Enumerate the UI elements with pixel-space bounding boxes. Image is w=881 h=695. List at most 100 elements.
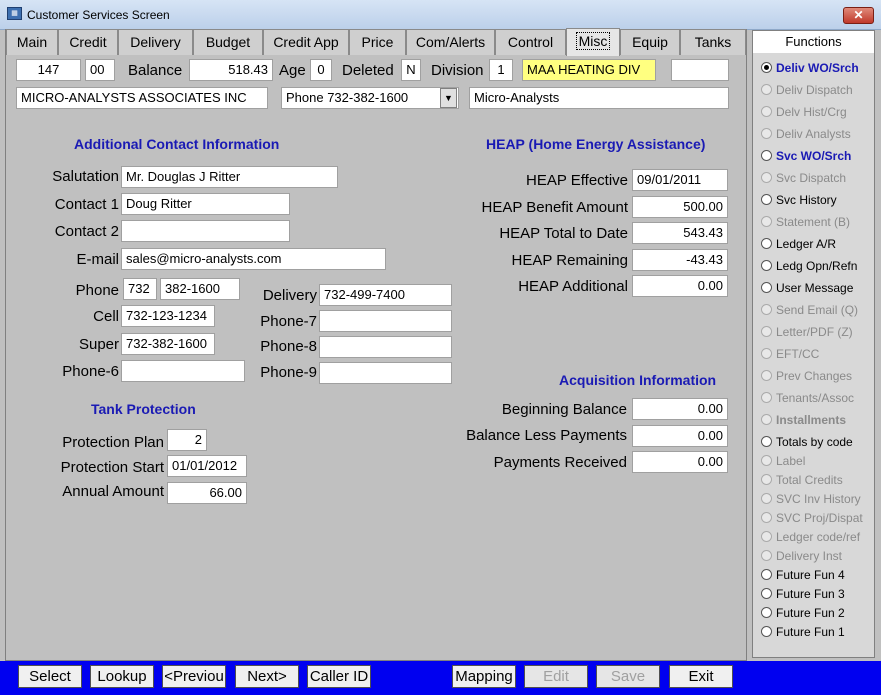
radio-icon[interactable] [761,128,772,139]
function-item-future-fun-3[interactable]: Future Fun 3 [761,587,845,601]
heap-total-field[interactable]: 543.43 [632,222,728,244]
radio-icon[interactable] [761,304,772,315]
function-item-svc-wo-srch[interactable]: Svc WO/Srch [761,149,851,163]
balance-less-payments-field[interactable]: 0.00 [632,425,728,447]
tab-tanks[interactable]: Tanks [680,29,746,55]
radio-icon[interactable] [761,493,772,504]
radio-icon[interactable] [761,282,772,293]
function-item-tenants-assoc[interactable]: Tenants/Assoc [761,391,854,405]
phone-area-field[interactable]: 732 [123,278,157,300]
radio-icon[interactable] [761,84,772,95]
salutation-field[interactable]: Mr. Douglas J Ritter [121,166,338,188]
phone8-field[interactable] [319,336,452,358]
radio-icon[interactable] [761,172,772,183]
protection-start-field[interactable]: 01/01/2012 [167,455,247,477]
function-item-future-fun-2[interactable]: Future Fun 2 [761,606,845,620]
contact1-field[interactable]: Doug Ritter [121,193,290,215]
select-button[interactable]: Select [18,665,82,688]
function-item-svc-dispatch[interactable]: Svc Dispatch [761,171,846,185]
next-button[interactable]: Next> [235,665,299,688]
exit-button[interactable]: Exit [669,665,733,688]
radio-icon[interactable] [761,370,772,381]
function-item-letter-pdf-z[interactable]: Letter/PDF (Z) [761,325,853,339]
radio-icon[interactable] [761,238,772,249]
tab-price[interactable]: Price [349,29,406,55]
balance-field[interactable]: 518.43 [189,59,273,81]
function-item-future-fun-4[interactable]: Future Fun 4 [761,568,845,582]
tab-equip[interactable]: Equip [620,29,680,55]
customer-name-field[interactable]: MICRO-ANALYSTS ASSOCIATES INC [16,87,268,109]
heap-remaining-field[interactable]: -43.43 [632,249,728,271]
radio-icon[interactable] [761,455,772,466]
radio-icon[interactable] [761,569,772,580]
chevron-down-icon[interactable]: ▼ [440,88,457,108]
function-item-label[interactable]: Label [761,454,805,468]
contact2-field[interactable] [121,220,290,242]
delivery-phone-field[interactable]: 732-499-7400 [319,284,452,306]
radio-icon[interactable] [761,512,772,523]
function-item-ledg-opn-refn[interactable]: Ledg Opn/Refn [761,259,857,273]
phone9-field[interactable] [319,362,452,384]
beginning-balance-field[interactable]: 0.00 [632,398,728,420]
function-item-installments[interactable]: Installments [761,413,846,427]
function-item-svc-inv-history[interactable]: SVC Inv History [761,492,861,506]
function-item-totals-by-code[interactable]: Totals by code [761,435,853,449]
age-field[interactable]: 0 [310,59,332,81]
function-item-future-fun-1[interactable]: Future Fun 1 [761,625,845,639]
function-item-svc-proj-dispat[interactable]: SVC Proj/Dispat [761,511,863,525]
radio-icon[interactable] [761,414,772,425]
function-item-send-email-q[interactable]: Send Email (Q) [761,303,858,317]
function-item-statement-b[interactable]: Statement (B) [761,215,850,229]
radio-icon[interactable] [761,62,772,73]
tab-com-alerts[interactable]: Com/Alerts [406,29,495,55]
short-name-field[interactable]: Micro-Analysts [469,87,729,109]
function-item-eft-cc[interactable]: EFT/CC [761,347,819,361]
protection-plan-field[interactable]: 2 [167,429,207,451]
close-button[interactable]: ✕ [843,7,874,24]
function-item-ledger-code-ref[interactable]: Ledger code/ref [761,530,860,544]
cell-field[interactable]: 732-123-1234 [121,305,215,327]
tab-control[interactable]: Control [495,29,566,55]
heap-benefit-field[interactable]: 500.00 [632,196,728,218]
caller-id-button[interactable]: Caller ID [307,665,371,688]
sub-account-field[interactable]: 00 [85,59,115,81]
super-field[interactable]: 732-382-1600 [121,333,215,355]
phone7-field[interactable] [319,310,452,332]
tab-credit[interactable]: Credit [58,29,118,55]
radio-icon[interactable] [761,436,772,447]
deleted-field[interactable]: N [401,59,421,81]
mapping-button[interactable]: Mapping [452,665,516,688]
radio-icon[interactable] [761,260,772,271]
lookup-button[interactable]: Lookup [90,665,154,688]
radio-icon[interactable] [761,216,772,227]
radio-icon[interactable] [761,392,772,403]
radio-icon[interactable] [761,588,772,599]
tab-budget[interactable]: Budget [193,29,263,55]
edit-button[interactable]: Edit [524,665,588,688]
radio-icon[interactable] [761,474,772,485]
function-item-delv-hist-crg[interactable]: Delv Hist/Crg [761,105,847,119]
function-item-svc-history[interactable]: Svc History [761,193,837,207]
email-field[interactable]: sales@micro-analysts.com [121,248,386,270]
radio-icon[interactable] [761,150,772,161]
heap-effective-field[interactable]: 09/01/2011 [632,169,728,191]
heap-additional-field[interactable]: 0.00 [632,275,728,297]
previous-button[interactable]: <Previou [162,665,226,688]
radio-icon[interactable] [761,531,772,542]
division-field[interactable]: 1 [489,59,513,81]
function-item-prev-changes[interactable]: Prev Changes [761,369,852,383]
radio-icon[interactable] [761,550,772,561]
function-item-deliv-dispatch[interactable]: Deliv Dispatch [761,83,853,97]
radio-icon[interactable] [761,626,772,637]
function-item-deliv-analysts[interactable]: Deliv Analysts [761,127,851,141]
tab-delivery[interactable]: Delivery [118,29,193,55]
radio-icon[interactable] [761,326,772,337]
save-button[interactable]: Save [596,665,660,688]
annual-amount-field[interactable]: 66.00 [167,482,247,504]
phone-number-field[interactable]: 382-1600 [160,278,240,300]
phone-select[interactable]: Phone 732-382-1600 [281,87,459,109]
tab-main[interactable]: Main [6,29,58,55]
radio-icon[interactable] [761,348,772,359]
tab-misc[interactable]: Misc [566,28,620,56]
payments-received-field[interactable]: 0.00 [632,451,728,473]
